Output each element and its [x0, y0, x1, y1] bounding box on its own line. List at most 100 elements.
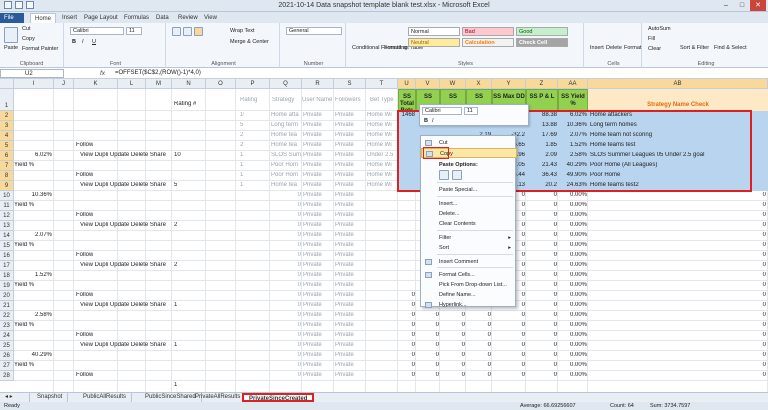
- mini-size-select[interactable]: 11: [464, 107, 478, 115]
- row-header-16[interactable]: 16: [0, 251, 14, 261]
- tab-page-layout[interactable]: Page Layout: [80, 13, 122, 23]
- row-header-25[interactable]: 25: [0, 341, 14, 351]
- zero-cell[interactable]: 0: [588, 302, 766, 308]
- row-header-4[interactable]: 4: [0, 131, 14, 141]
- yield-zero-cell[interactable]: 0.00%: [558, 212, 587, 218]
- column-header-z[interactable]: Z: [526, 79, 558, 89]
- zero-cell[interactable]: 0: [398, 312, 415, 318]
- yield-zero-cell[interactable]: 0.00%: [558, 192, 587, 198]
- column-header-l[interactable]: L: [118, 79, 146, 89]
- yield-zero-cell[interactable]: 0.00%: [558, 362, 587, 368]
- name-box[interactable]: U2: [0, 69, 64, 78]
- row-header-11[interactable]: 11: [0, 201, 14, 211]
- zero-cell[interactable]: 0: [492, 362, 525, 368]
- row-header-5[interactable]: 5: [0, 141, 14, 151]
- sheet-tab-privatesincecreated[interactable]: PrivateSinceCreated: [242, 393, 315, 402]
- yield-zero-cell[interactable]: 0.00%: [558, 322, 587, 328]
- zero-cell[interactable]: 0: [588, 212, 766, 218]
- follow-link[interactable]: Follow: [76, 212, 93, 218]
- paste-values-icon[interactable]: [452, 170, 462, 180]
- paste-option-icon[interactable]: [439, 170, 449, 180]
- align-bottom-icon[interactable]: [194, 27, 203, 36]
- column-header-q[interactable]: Q: [270, 79, 302, 89]
- column-header-y[interactable]: Y: [492, 79, 526, 89]
- zero-cell[interactable]: 0: [526, 322, 557, 328]
- zero-cell[interactable]: 0: [466, 342, 491, 348]
- follow-link[interactable]: Follow: [76, 332, 93, 338]
- action-links[interactable]: View Dupli Update Delete Share: [80, 302, 166, 308]
- zero-cell[interactable]: 0: [416, 322, 439, 328]
- zero-cell[interactable]: 0: [588, 332, 766, 338]
- zero-cell[interactable]: 0: [416, 342, 439, 348]
- zero-cell[interactable]: 0: [398, 332, 415, 338]
- column-header-j[interactable]: J: [54, 79, 74, 89]
- format-painter-button[interactable]: Format Painter: [22, 46, 58, 52]
- zero-cell[interactable]: 0: [588, 252, 766, 258]
- cut-button[interactable]: Cut: [22, 26, 31, 32]
- bold-button[interactable]: B: [72, 39, 76, 45]
- yield-zero-cell[interactable]: 0.00%: [558, 302, 587, 308]
- zero-cell[interactable]: 0: [526, 372, 557, 378]
- insert-cells-button[interactable]: Insert: [590, 45, 604, 51]
- menu-item-insert-comment[interactable]: Insert Comment: [421, 257, 517, 267]
- tab-insert[interactable]: Insert: [58, 13, 81, 23]
- zero-cell[interactable]: 0: [588, 192, 766, 198]
- zero-cell[interactable]: 0: [588, 322, 766, 328]
- zero-cell[interactable]: 0: [440, 332, 465, 338]
- zero-cell[interactable]: 0: [466, 372, 491, 378]
- column-header-v[interactable]: V: [416, 79, 440, 89]
- tab-review[interactable]: Review: [174, 13, 202, 23]
- zero-cell[interactable]: 0: [526, 362, 557, 368]
- yield-zero-cell[interactable]: 0.00%: [558, 312, 587, 318]
- yield-zero-cell[interactable]: 0.00%: [558, 262, 587, 268]
- yield-zero-cell[interactable]: 0.00%: [558, 372, 587, 378]
- zero-cell[interactable]: 0: [440, 312, 465, 318]
- menu-item-format-cells[interactable]: Format Cells...: [421, 270, 517, 280]
- zero-cell[interactable]: 0: [588, 362, 766, 368]
- zero-cell[interactable]: 0: [588, 352, 766, 358]
- formula-input[interactable]: =OFFSET($C$2,(ROW()-1)*4,0): [115, 70, 201, 76]
- follow-link[interactable]: Follow: [76, 372, 93, 378]
- zero-cell[interactable]: 0: [398, 322, 415, 328]
- row-header-22[interactable]: 22: [0, 311, 14, 321]
- tab-formulas[interactable]: Formulas: [120, 13, 153, 23]
- zero-cell[interactable]: 0: [492, 322, 525, 328]
- menu-item-sort[interactable]: Sort ▸: [421, 243, 517, 253]
- zero-cell[interactable]: 0: [526, 282, 557, 288]
- column-header-x[interactable]: X: [466, 79, 492, 89]
- row-header-15[interactable]: 15: [0, 241, 14, 251]
- style-calculation[interactable]: Calculation: [462, 38, 514, 47]
- zero-cell[interactable]: 0: [440, 322, 465, 328]
- sheet-tab-snapshot[interactable]: Snapshot: [32, 393, 69, 402]
- zero-cell[interactable]: 0: [466, 352, 491, 358]
- yield-zero-cell[interactable]: 0.00%: [558, 272, 587, 278]
- zero-cell[interactable]: 0: [526, 252, 557, 258]
- zero-cell[interactable]: 0: [492, 372, 525, 378]
- paste-icon[interactable]: [4, 27, 18, 43]
- zero-cell[interactable]: 0: [526, 232, 557, 238]
- zero-cell[interactable]: 0: [526, 212, 557, 218]
- zero-cell[interactable]: 0: [416, 312, 439, 318]
- zero-cell[interactable]: 0: [440, 342, 465, 348]
- row-header-27[interactable]: 27: [0, 361, 14, 371]
- mini-italic-button[interactable]: I: [432, 118, 434, 124]
- zero-cell[interactable]: 0: [466, 332, 491, 338]
- zero-cell[interactable]: 0: [526, 222, 557, 228]
- row-header-24[interactable]: 24: [0, 331, 14, 341]
- select-all-corner[interactable]: [0, 79, 14, 89]
- column-header-w[interactable]: W: [440, 79, 466, 89]
- style-bad[interactable]: Bad: [462, 27, 514, 36]
- zero-cell[interactable]: 0: [526, 272, 557, 278]
- zero-cell[interactable]: 0: [588, 292, 766, 298]
- number-format-select[interactable]: General: [286, 27, 342, 35]
- delete-cells-button[interactable]: Delete: [606, 45, 622, 51]
- sheet-tab-privateallresults[interactable]: PrivateAllResults: [190, 393, 247, 402]
- column-header-m[interactable]: M: [146, 79, 172, 89]
- zero-cell[interactable]: 0: [398, 372, 415, 378]
- column-header-t[interactable]: T: [366, 79, 398, 89]
- zero-cell[interactable]: 0: [588, 372, 766, 378]
- row-header-9[interactable]: 9: [0, 181, 14, 191]
- column-header-k[interactable]: K: [74, 79, 118, 89]
- row-header-21[interactable]: 21: [0, 301, 14, 311]
- autosum-button[interactable]: AutoSum: [648, 26, 671, 32]
